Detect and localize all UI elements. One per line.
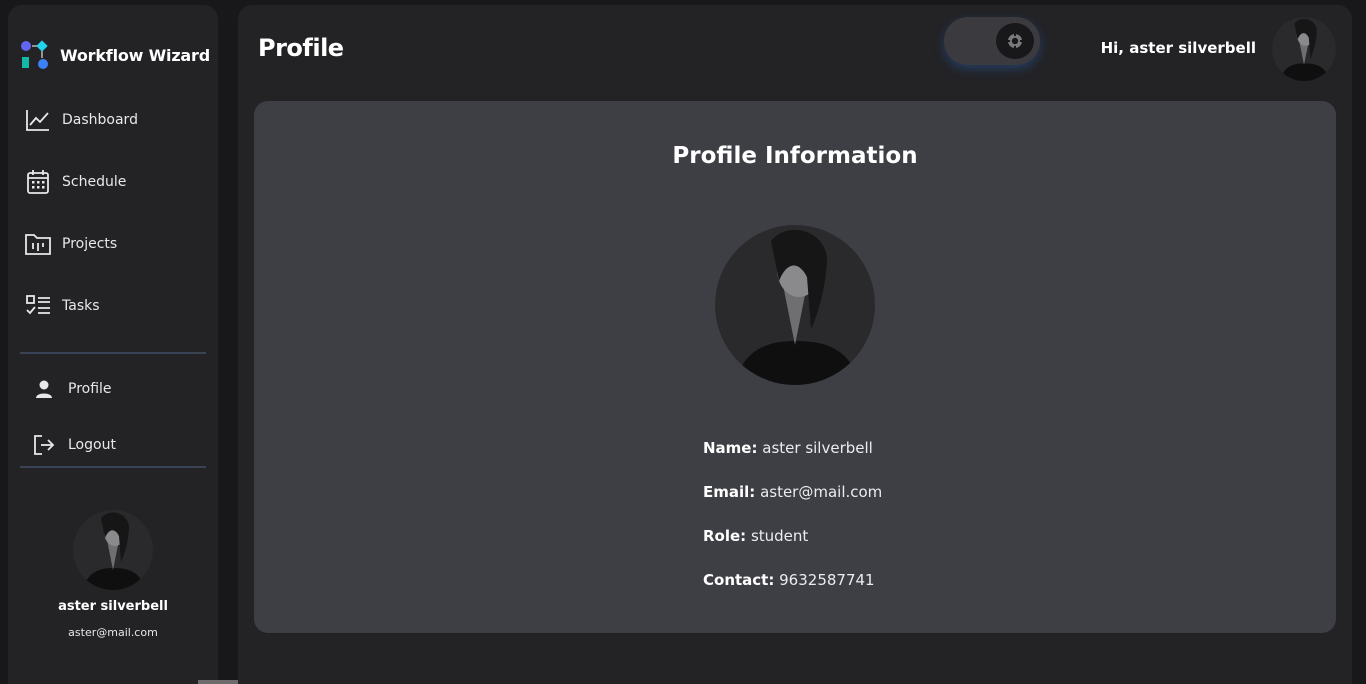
sidebar-item-label: Profile xyxy=(68,381,112,397)
gear-icon xyxy=(996,23,1034,59)
sidebar-item-projects[interactable]: Projects xyxy=(24,224,204,264)
user-greeting: Hi, aster silverbell xyxy=(1100,39,1256,57)
card-title: Profile Information xyxy=(672,143,918,169)
main-panel: Profile Hi, aster silverbell Profile Inf… xyxy=(238,5,1352,684)
sidebar-item-profile[interactable]: Profile xyxy=(30,369,210,409)
sidebar-item-label: Tasks xyxy=(62,298,100,314)
chart-line-icon xyxy=(24,106,52,134)
app-name: Workflow Wizard xyxy=(60,45,210,65)
sidebar: Workflow Wizard Dashboard Schedule Proje… xyxy=(8,5,218,684)
logout-icon xyxy=(30,431,58,459)
info-role: Role: student xyxy=(703,527,808,545)
sidebar-item-label: Dashboard xyxy=(62,112,138,128)
info-label: Name: xyxy=(703,439,758,457)
folder-kanban-icon xyxy=(24,230,52,258)
checklist-icon xyxy=(24,292,52,320)
info-value: aster silverbell xyxy=(762,439,873,457)
info-value: aster@mail.com xyxy=(760,483,883,501)
sidebar-divider xyxy=(20,466,206,468)
sidebar-item-label: Logout xyxy=(68,437,116,453)
info-label: Email: xyxy=(703,483,756,501)
profile-avatar xyxy=(715,225,875,385)
info-label: Role: xyxy=(703,527,747,545)
info-value: 9632587741 xyxy=(779,571,875,589)
header-avatar[interactable] xyxy=(1272,17,1336,81)
profile-card: Profile Information Name: aster silverbe… xyxy=(254,101,1336,633)
info-contact: Contact: 9632587741 xyxy=(703,571,875,589)
page-title: Profile xyxy=(258,34,344,62)
brand[interactable]: Workflow Wizard xyxy=(20,40,210,70)
sidebar-item-dashboard[interactable]: Dashboard xyxy=(24,100,204,140)
sidebar-divider xyxy=(20,352,206,354)
workflow-logo-icon xyxy=(20,40,50,70)
avatar xyxy=(73,510,153,590)
info-name: Name: aster silverbell xyxy=(703,439,873,457)
theme-toggle[interactable] xyxy=(944,17,1040,65)
sidebar-item-tasks[interactable]: Tasks xyxy=(24,286,204,326)
calendar-icon xyxy=(24,168,52,196)
sidebar-user-email: aster@mail.com xyxy=(68,626,158,639)
info-label: Contact: xyxy=(703,571,775,589)
sidebar-item-label: Schedule xyxy=(62,174,127,190)
info-value: student xyxy=(750,527,809,545)
sidebar-item-label: Projects xyxy=(62,236,118,252)
user-icon xyxy=(30,375,58,403)
sidebar-user-name: aster silverbell xyxy=(58,599,168,614)
sidebar-item-schedule[interactable]: Schedule xyxy=(24,162,204,202)
info-email: Email: aster@mail.com xyxy=(703,483,882,501)
sidebar-item-logout[interactable]: Logout xyxy=(30,425,210,465)
